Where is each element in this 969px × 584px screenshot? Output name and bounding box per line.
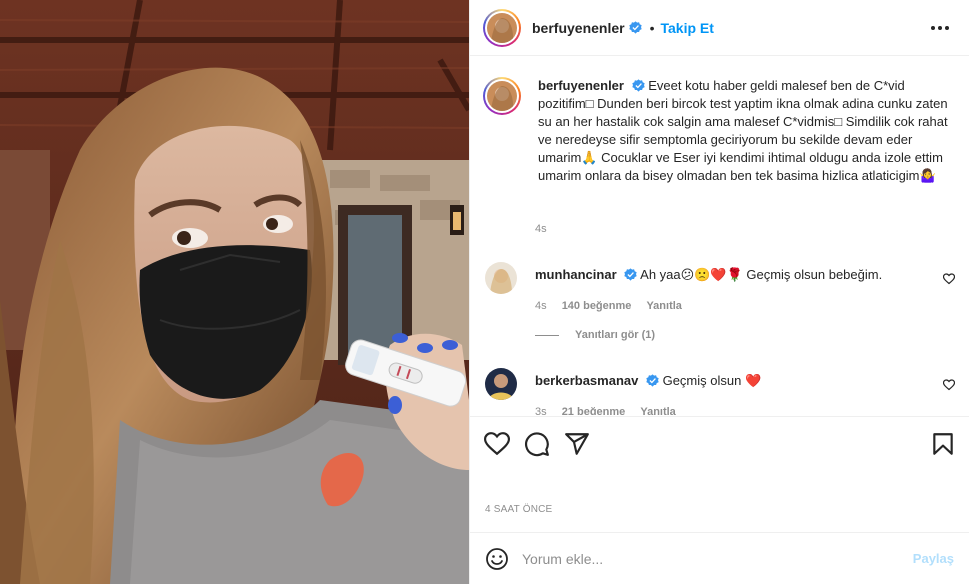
- caption-body: Eveet kotu haber geldi malesef ben de C*…: [538, 78, 948, 183]
- comment-username[interactable]: berkerbasmanav: [535, 373, 638, 388]
- verified-badge-icon: [646, 374, 659, 387]
- post-header: berfuyenenler • Takip Et: [470, 0, 969, 56]
- comment-time: 3s: [535, 406, 547, 415]
- caption-avatar[interactable]: [483, 77, 521, 115]
- reply-button[interactable]: Yanıtla: [640, 406, 675, 415]
- post-comment-button[interactable]: Paylaş: [913, 551, 954, 566]
- comments-scroll-area[interactable]: berfuyenenler Eveet kotu haber geldi mal…: [470, 57, 969, 415]
- replies-divider: [535, 334, 559, 336]
- bookmark-icon[interactable]: [930, 431, 956, 457]
- comment-likes[interactable]: 140 beğenme: [562, 300, 632, 312]
- view-replies-button[interactable]: Yanıtları gör (1): [535, 329, 655, 341]
- author-avatar[interactable]: [483, 8, 521, 47]
- post-side-panel: berfuyenenler • Takip Et berfuyenenler E…: [469, 0, 969, 584]
- view-replies-label: Yanıtları gör (1): [575, 329, 656, 341]
- comment-avatar[interactable]: [485, 262, 517, 294]
- verified-badge-icon: [624, 268, 637, 281]
- more-options-icon[interactable]: [928, 18, 952, 38]
- comment-input[interactable]: [522, 547, 892, 571]
- comment-avatar[interactable]: [485, 368, 517, 400]
- separator-dot: •: [649, 19, 655, 36]
- comment-text: munhancinar Ah yaa😕🙁❤️🌹 Geçmiş olsun beb…: [535, 266, 882, 284]
- verified-badge-icon: [628, 21, 642, 34]
- paper-plane-icon[interactable]: [564, 431, 590, 457]
- caption-username[interactable]: berfuyenenler: [538, 78, 624, 93]
- comment-likes[interactable]: 21 beğenme: [562, 406, 626, 415]
- heart-icon[interactable]: [943, 379, 955, 391]
- caption: berfuyenenler Eveet kotu haber geldi mal…: [483, 77, 953, 185]
- comment-meta: 3s 21 beğenme Yanıtla: [535, 406, 688, 415]
- heart-icon[interactable]: [484, 431, 510, 457]
- comment-meta: 4s 140 beğenme Yanıtla: [535, 300, 694, 312]
- comment-composer: Paylaş: [470, 532, 969, 584]
- comment-time: 4s: [535, 300, 547, 312]
- follow-button[interactable]: Takip Et: [661, 20, 714, 36]
- comment-username[interactable]: munhancinar: [535, 267, 617, 282]
- comment-text: berkerbasmanav Geçmiş olsun ❤️: [535, 372, 761, 390]
- caption-time: 4s: [535, 223, 547, 235]
- author-username[interactable]: berfuyenenler: [532, 20, 625, 36]
- post-photo: [0, 0, 469, 584]
- post-actions: [470, 416, 969, 466]
- comment-body: Ah yaa😕🙁❤️🌹 Geçmiş olsun bebeğim.: [640, 267, 883, 282]
- post-date: 4 SAAT ÖNCE: [485, 504, 553, 515]
- comment-body: Geçmiş olsun ❤️: [662, 373, 762, 388]
- reply-button[interactable]: Yanıtla: [646, 300, 681, 312]
- caption-text: berfuyenenler Eveet kotu haber geldi mal…: [538, 77, 948, 185]
- emoji-icon[interactable]: [485, 547, 509, 571]
- comment-icon[interactable]: [524, 431, 550, 457]
- verified-badge-icon: [631, 79, 645, 92]
- heart-icon[interactable]: [943, 273, 955, 285]
